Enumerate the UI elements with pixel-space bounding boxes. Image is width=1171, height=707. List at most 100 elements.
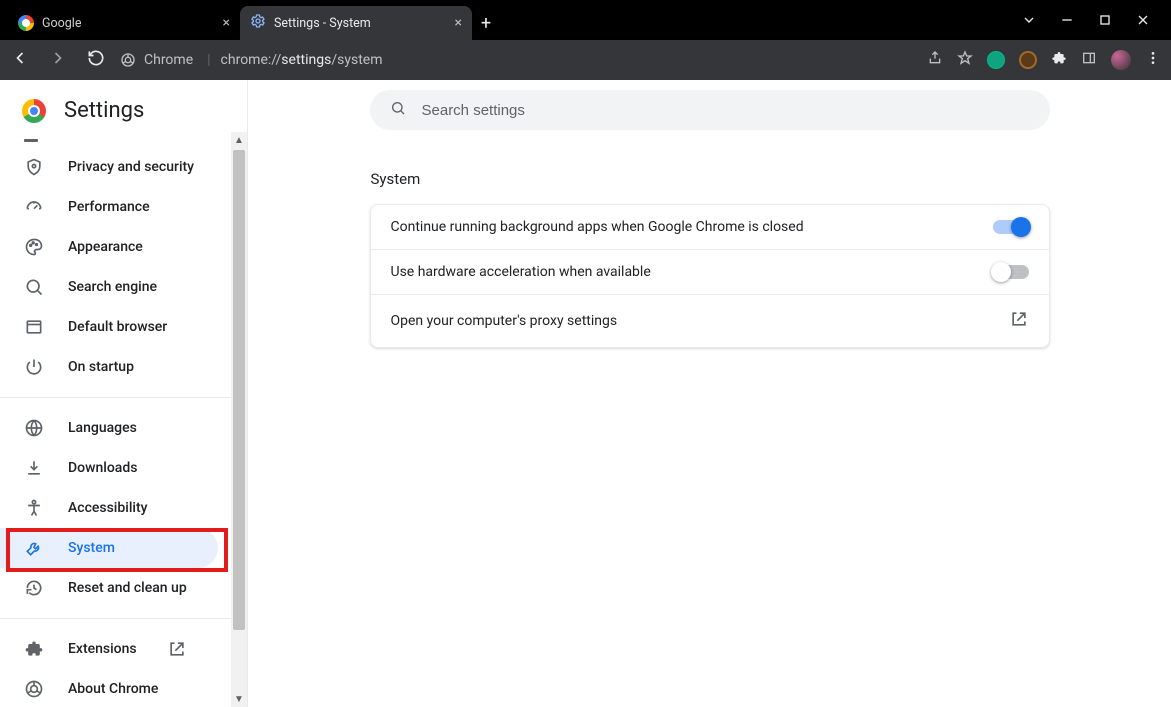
share-icon[interactable] [927, 50, 943, 70]
toggle-hwaccel[interactable] [993, 265, 1029, 279]
window-titlebar: Google × Settings - System × + [0, 0, 1171, 40]
toggle-bgapps[interactable] [993, 220, 1029, 234]
scroll-up-icon[interactable]: ▲ [231, 132, 247, 148]
sidebar-title: Settings [64, 98, 144, 123]
sidebar-scrollbar[interactable]: ▲ ▼ [231, 132, 247, 707]
sidebar-item-extensions[interactable]: Extensions [0, 629, 218, 669]
bookmark-star-icon[interactable] [957, 50, 973, 70]
sidebar-item-default-browser[interactable]: Default browser [0, 307, 218, 347]
shield-icon [24, 157, 44, 177]
chevron-down-icon[interactable] [1019, 10, 1039, 30]
sidebar-item-performance[interactable]: Performance [0, 187, 218, 227]
sidebar-truncated-item [0, 139, 247, 147]
omnibox-separator: | [207, 52, 210, 68]
reload-button[interactable] [86, 48, 106, 72]
sidebar-item-label: Extensions [68, 641, 137, 657]
puzzle-icon [24, 639, 44, 659]
row-label: Open your computer's proxy settings [391, 313, 618, 329]
sidebar-item-label: Privacy and security [68, 159, 194, 175]
back-button[interactable] [10, 48, 30, 72]
tab-settings-system[interactable]: Settings - System × [240, 6, 472, 40]
tab-google[interactable]: Google × [8, 6, 240, 40]
sidebar-item-label: Appearance [68, 239, 143, 255]
row-label: Use hardware acceleration when available [391, 264, 651, 280]
extension-icon-1[interactable] [987, 51, 1005, 69]
gear-icon [250, 13, 266, 33]
sidebar-item-downloads[interactable]: Downloads [0, 448, 218, 488]
profile-avatar[interactable] [1111, 50, 1131, 70]
sidebar-item-reset[interactable]: Reset and clean up [0, 568, 218, 608]
google-favicon-icon [18, 15, 34, 31]
sidebar-item-label: Search engine [68, 279, 157, 295]
window-minimize-button[interactable] [1057, 10, 1077, 30]
sidebar-item-label: Accessibility [68, 500, 147, 516]
settings-row-proxy[interactable]: Open your computer's proxy settings [371, 295, 1049, 347]
chrome-outline-icon [120, 52, 136, 68]
omnibox-url: chrome://settings/system [221, 52, 383, 68]
new-tab-button[interactable]: + [472, 13, 500, 34]
chrome-outline-icon [24, 679, 44, 699]
settings-search[interactable] [370, 90, 1050, 130]
magnifier-icon [24, 277, 44, 297]
sidebar-item-appearance[interactable]: Appearance [0, 227, 218, 267]
sidebar-item-label: About Chrome [68, 681, 158, 697]
browser-toolbar: Chrome | chrome://settings/system [0, 40, 1171, 80]
settings-row-bgapps: Continue running background apps when Go… [371, 205, 1049, 250]
omnibox-scheme-label: Chrome [144, 52, 193, 68]
kebab-menu-icon[interactable] [1145, 50, 1161, 70]
extension-icon-2[interactable] [1019, 51, 1037, 69]
sidebar-item-languages[interactable]: Languages [0, 408, 218, 448]
browser-icon [24, 317, 44, 337]
open-in-new-icon [167, 639, 187, 659]
forward-button[interactable] [48, 48, 68, 72]
sidebar-item-accessibility[interactable]: Accessibility [0, 488, 218, 528]
sidebar-item-privacy[interactable]: Privacy and security [0, 147, 218, 187]
sidebar-item-label: System [68, 540, 115, 556]
section-title: System [371, 170, 1051, 188]
scroll-thumb[interactable] [233, 150, 245, 630]
settings-main: System Continue running background apps … [248, 80, 1171, 707]
sidebar-item-label: On startup [68, 359, 134, 375]
sidebar-nav: Privacy and security Performance Appearanc… [0, 135, 247, 707]
accessibility-icon [24, 498, 44, 518]
power-icon [24, 357, 44, 377]
palette-icon [24, 237, 44, 257]
restore-icon [24, 578, 44, 598]
tab-strip: Google × Settings - System × + [0, 6, 500, 40]
nav-separator [0, 618, 247, 619]
sidebar-item-label: Downloads [68, 460, 137, 476]
chrome-logo-icon [22, 99, 46, 123]
scroll-down-icon[interactable]: ▼ [231, 691, 247, 707]
tab-close-icon[interactable]: × [455, 16, 462, 30]
sidebar-item-search-engine[interactable]: Search engine [0, 267, 218, 307]
settings-sidebar: Settings Privacy and security Performance… [0, 80, 248, 707]
wrench-icon [24, 538, 44, 558]
sidebar-header: Settings [0, 80, 247, 135]
tab-close-icon[interactable]: × [223, 16, 230, 30]
sidebar-item-label: Languages [68, 420, 137, 436]
tab-title: Settings - System [274, 16, 447, 31]
search-input[interactable] [420, 101, 1030, 120]
settings-row-hwaccel: Use hardware acceleration when available [371, 250, 1049, 295]
sidebar-item-about[interactable]: About Chrome [0, 669, 218, 707]
open-in-new-icon [1009, 309, 1029, 333]
sidebar-item-label: Performance [68, 199, 150, 215]
row-label: Continue running background apps when Go… [391, 219, 804, 235]
window-controls [1019, 0, 1171, 40]
sidebar-item-on-startup[interactable]: On startup [0, 347, 218, 387]
tab-title: Google [42, 16, 215, 31]
sidebar-item-label: Default browser [68, 319, 167, 335]
download-icon [24, 458, 44, 478]
extensions-puzzle-icon[interactable] [1051, 50, 1067, 70]
window-maximize-button[interactable] [1095, 10, 1115, 30]
window-close-button[interactable] [1133, 10, 1153, 30]
sidebar-item-label: Reset and clean up [68, 580, 187, 596]
side-panel-icon[interactable] [1081, 50, 1097, 70]
system-settings-card: Continue running background apps when Go… [370, 204, 1050, 348]
search-icon [390, 100, 406, 120]
omnibox[interactable]: Chrome | chrome://settings/system [120, 52, 913, 68]
speedometer-icon [24, 197, 44, 217]
sidebar-item-system[interactable]: System [0, 528, 218, 568]
globe-icon [24, 418, 44, 438]
nav-separator [0, 397, 247, 398]
